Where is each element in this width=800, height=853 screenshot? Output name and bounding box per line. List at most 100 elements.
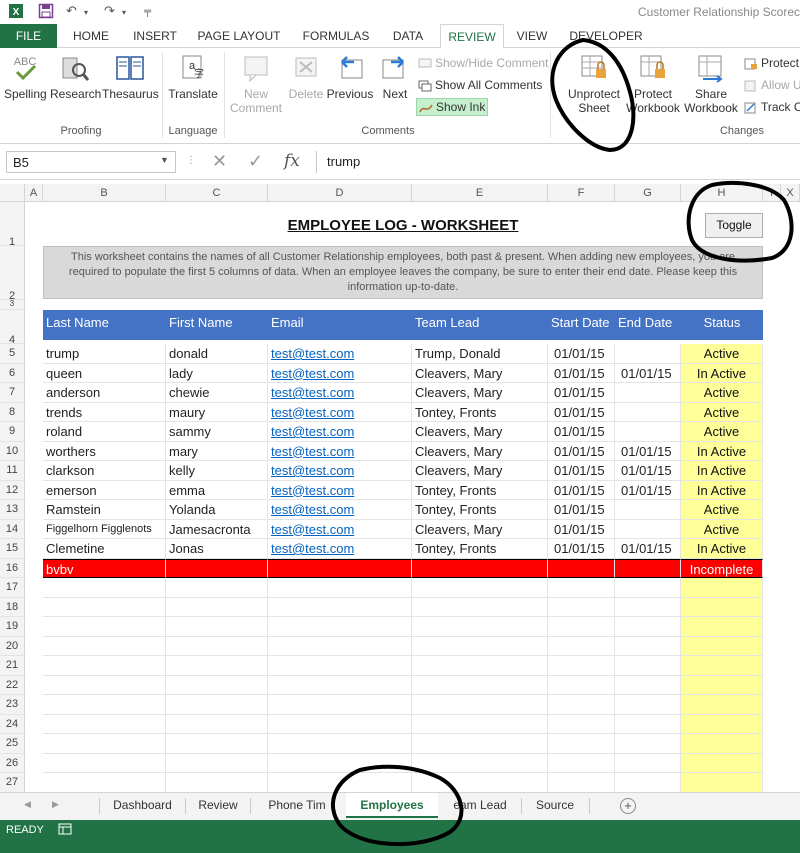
cell-end-date[interactable] bbox=[615, 773, 681, 792]
redo-icon[interactable]: ↷ bbox=[104, 3, 115, 19]
cell-end-date[interactable]: 01/01/15 bbox=[615, 539, 681, 559]
row-header[interactable]: 10 bbox=[0, 441, 25, 461]
cell-team-lead[interactable] bbox=[412, 773, 548, 792]
cell-start-date[interactable]: 01/01/15 bbox=[548, 480, 615, 500]
enter-icon[interactable]: ✓ bbox=[248, 151, 263, 172]
cell-status[interactable]: Active bbox=[681, 402, 763, 422]
cell-first-name[interactable] bbox=[166, 675, 268, 695]
row-header[interactable]: 14 bbox=[0, 519, 25, 539]
cell-start-date[interactable]: 01/01/15 bbox=[548, 344, 615, 364]
cell-end-date[interactable] bbox=[615, 422, 681, 442]
cell-team-lead[interactable]: Cleavers, Mary bbox=[412, 441, 548, 461]
col-header-d[interactable]: D bbox=[268, 184, 412, 202]
add-sheet-icon[interactable]: + bbox=[620, 798, 636, 814]
col-header-f[interactable]: F bbox=[548, 184, 615, 202]
cell-email[interactable]: test@test.com bbox=[268, 500, 412, 520]
cell-end-date[interactable] bbox=[615, 578, 681, 598]
unprotect-sheet-button[interactable]: Unprotect Sheet bbox=[562, 52, 626, 115]
cell-end-date[interactable] bbox=[615, 519, 681, 539]
track-changes-button[interactable]: Track C bbox=[744, 100, 800, 114]
cell-email[interactable] bbox=[268, 714, 412, 734]
cell-start-date[interactable]: 01/01/15 bbox=[548, 461, 615, 481]
sheet-tab-dashboard[interactable]: Dashboard bbox=[100, 793, 185, 818]
cell-first-name[interactable] bbox=[166, 734, 268, 754]
row-header[interactable]: 5 bbox=[0, 344, 25, 364]
cell-status[interactable]: Active bbox=[681, 519, 763, 539]
tab-view[interactable]: VIEW bbox=[510, 24, 554, 48]
row-header[interactable]: 20 bbox=[0, 636, 25, 656]
cell-first-name[interactable] bbox=[166, 578, 268, 598]
row-header[interactable]: 15 bbox=[0, 539, 25, 559]
cell-start-date[interactable]: 01/01/15 bbox=[548, 539, 615, 559]
cell-first-name[interactable]: lady bbox=[166, 363, 268, 383]
cell-start-date[interactable] bbox=[548, 656, 615, 676]
cell-end-date[interactable] bbox=[615, 617, 681, 637]
cell-email[interactable] bbox=[268, 558, 412, 578]
cell-start-date[interactable] bbox=[548, 597, 615, 617]
row-header[interactable]: 23 bbox=[0, 695, 25, 715]
cell-email[interactable]: test@test.com bbox=[268, 480, 412, 500]
cell-email[interactable]: test@test.com bbox=[268, 461, 412, 481]
cell-team-lead[interactable]: Tontey, Fronts bbox=[412, 402, 548, 422]
cell-end-date[interactable] bbox=[615, 500, 681, 520]
cell-email[interactable] bbox=[268, 675, 412, 695]
undo-icon[interactable]: ↶ bbox=[66, 3, 77, 19]
tab-insert[interactable]: INSERT bbox=[126, 24, 184, 48]
cell-end-date[interactable]: 01/01/15 bbox=[615, 480, 681, 500]
redo-dropdown-icon[interactable]: ▾ bbox=[122, 8, 126, 17]
cell-first-name[interactable] bbox=[166, 617, 268, 637]
cell-start-date[interactable]: 01/01/15 bbox=[548, 500, 615, 520]
cell-team-lead[interactable] bbox=[412, 695, 548, 715]
cell-first-name[interactable]: sammy bbox=[166, 422, 268, 442]
cell-last-name[interactable] bbox=[43, 675, 166, 695]
cell-start-date[interactable] bbox=[548, 714, 615, 734]
allow-users-button[interactable]: Allow U bbox=[744, 78, 800, 92]
cell-last-name[interactable]: Ramstein bbox=[43, 500, 166, 520]
cell-start-date[interactable] bbox=[548, 734, 615, 754]
row-header[interactable]: 12 bbox=[0, 480, 25, 500]
row-header[interactable]: 19 bbox=[0, 617, 25, 637]
row-header[interactable]: 24 bbox=[0, 714, 25, 734]
row-header[interactable]: 26 bbox=[0, 753, 25, 773]
cell-last-name[interactable] bbox=[43, 636, 166, 656]
cell-start-date[interactable]: 01/01/15 bbox=[548, 363, 615, 383]
cell-status[interactable]: Incomplete bbox=[681, 558, 763, 578]
cell-last-name[interactable]: queen bbox=[43, 363, 166, 383]
cell-last-name[interactable] bbox=[43, 695, 166, 715]
row-header[interactable]: 1 bbox=[0, 202, 25, 248]
cell-team-lead[interactable] bbox=[412, 558, 548, 578]
cell-team-lead[interactable]: Tontey, Fronts bbox=[412, 539, 548, 559]
col-header-c[interactable]: C bbox=[166, 184, 268, 202]
cell-end-date[interactable] bbox=[615, 558, 681, 578]
cell-email[interactable] bbox=[268, 773, 412, 792]
cell-last-name[interactable]: clarkson bbox=[43, 461, 166, 481]
cancel-icon[interactable]: ✕ bbox=[212, 151, 227, 172]
cell-last-name[interactable]: anderson bbox=[43, 383, 166, 403]
cell-email[interactable]: test@test.com bbox=[268, 519, 412, 539]
cell-end-date[interactable] bbox=[615, 402, 681, 422]
sheet-tab-employees[interactable]: Employees bbox=[346, 793, 438, 818]
cell-email[interactable]: test@test.com bbox=[268, 441, 412, 461]
cell-first-name[interactable] bbox=[166, 773, 268, 792]
cell-last-name[interactable] bbox=[43, 656, 166, 676]
cell-last-name[interactable] bbox=[43, 597, 166, 617]
cell-status[interactable] bbox=[681, 773, 763, 792]
cell-first-name[interactable] bbox=[166, 636, 268, 656]
cell-end-date[interactable] bbox=[615, 714, 681, 734]
cell-team-lead[interactable]: Cleavers, Mary bbox=[412, 519, 548, 539]
cell-last-name[interactable]: Figgelhorn Figglenots bbox=[43, 519, 166, 539]
cell-end-date[interactable] bbox=[615, 675, 681, 695]
cell-start-date[interactable] bbox=[548, 558, 615, 578]
spelling-button[interactable]: ABC Spelling bbox=[4, 52, 47, 101]
new-comment-button[interactable]: New Comment bbox=[228, 52, 284, 115]
row-header[interactable]: 21 bbox=[0, 656, 25, 676]
cell-team-lead[interactable] bbox=[412, 636, 548, 656]
row-header[interactable]: 27 bbox=[0, 773, 25, 792]
cell-end-date[interactable]: 01/01/15 bbox=[615, 461, 681, 481]
protect-workbook-button[interactable]: Protect Workbook bbox=[624, 52, 682, 115]
cell-email[interactable]: test@test.com bbox=[268, 539, 412, 559]
cell-first-name[interactable]: kelly bbox=[166, 461, 268, 481]
macro-recording-icon[interactable] bbox=[58, 823, 72, 835]
tab-review[interactable]: REVIEW bbox=[440, 24, 504, 49]
cell-last-name[interactable]: emerson bbox=[43, 480, 166, 500]
